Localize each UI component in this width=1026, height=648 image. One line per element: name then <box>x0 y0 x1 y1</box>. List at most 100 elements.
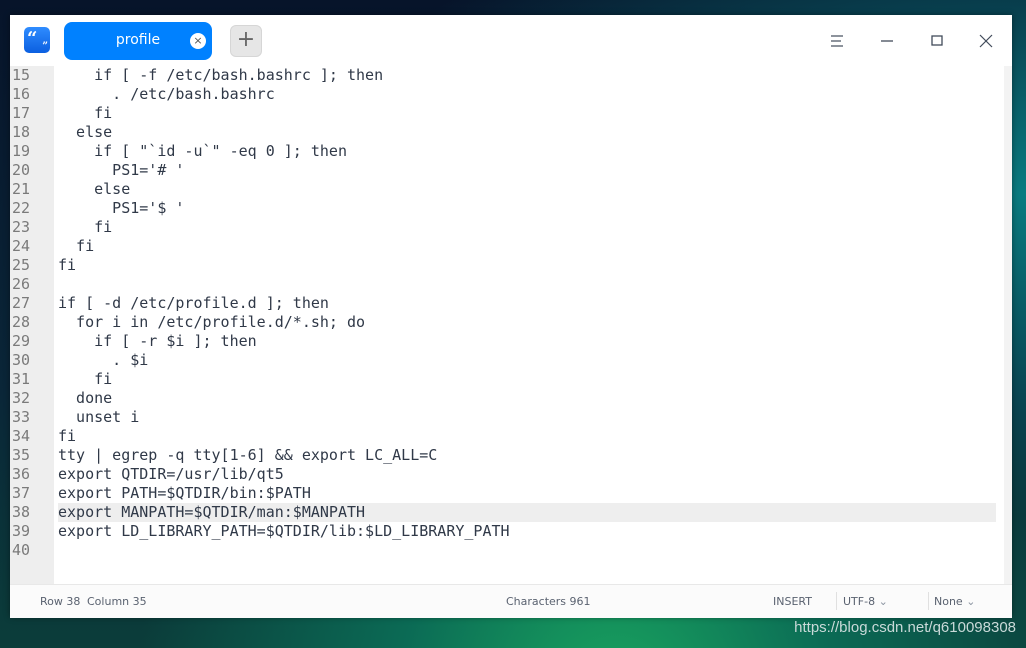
encoding-value: UTF-8 <box>843 595 876 608</box>
line-text[interactable]: PS1='$ ' <box>58 199 996 218</box>
line-number: 22 <box>12 199 31 217</box>
line-text[interactable]: . $i <box>58 351 996 370</box>
code-line[interactable]: 36 export QTDIR=/usr/lib/qt5 <box>10 465 1004 484</box>
line-text[interactable]: export LD_LIBRARY_PATH=$QTDIR/lib:$LD_LI… <box>58 522 996 541</box>
line-number: 37 <box>12 484 31 502</box>
line-text[interactable]: fi <box>58 104 996 123</box>
line-text[interactable]: export PATH=$QTDIR/bin:$PATH <box>58 484 996 503</box>
line-number: 23 <box>12 218 31 236</box>
editor-window: “” profile × + 15 if [ -f /etc/bash.bash… <box>10 15 1012 618</box>
code-line[interactable]: 40 <box>10 541 1004 560</box>
code-line[interactable]: 38 export MANPATH=$QTDIR/man:$MANPATH <box>10 503 1004 522</box>
line-number: 26 <box>12 275 31 293</box>
character-count: Characters 961 <box>506 595 591 608</box>
line-text[interactable]: fi <box>58 256 996 275</box>
line-text[interactable]: if [ -r $i ]; then <box>58 332 996 351</box>
close-icon[interactable]: × <box>190 33 206 49</box>
highlight-select[interactable]: None ⌄ <box>934 595 975 608</box>
watermark: https://blog.csdn.net/q610098308 <box>794 619 1016 636</box>
menu-icon[interactable] <box>824 28 850 54</box>
code-line[interactable]: 26 <box>10 275 1004 294</box>
line-number: 19 <box>12 142 31 160</box>
line-number: 18 <box>12 123 31 141</box>
titlebar: “” profile × + <box>10 15 1012 66</box>
close-window-icon[interactable] <box>973 28 999 54</box>
add-tab-button[interactable]: + <box>230 25 262 57</box>
statusbar: Row 38 Column 35 Characters 961 INSERT U… <box>10 584 1012 618</box>
line-text[interactable]: tty | egrep -q tty[1-6] && export LC_ALL… <box>58 446 996 465</box>
tab-profile[interactable]: profile × <box>64 22 212 60</box>
line-number: 15 <box>12 66 31 84</box>
code-line[interactable]: 27 if [ -d /etc/profile.d ]; then <box>10 294 1004 313</box>
line-number: 38 <box>12 503 31 521</box>
line-number: 28 <box>12 313 31 331</box>
line-number: 25 <box>12 256 31 274</box>
line-text[interactable]: fi <box>58 370 996 389</box>
line-number: 17 <box>12 104 31 122</box>
line-text[interactable]: else <box>58 180 996 199</box>
code-line[interactable]: 21 else <box>10 180 1004 199</box>
code-line[interactable]: 24 fi <box>10 237 1004 256</box>
code-line[interactable]: 35 tty | egrep -q tty[1-6] && export LC_A… <box>10 446 1004 465</box>
code-line[interactable]: 23 fi <box>10 218 1004 237</box>
maximize-icon[interactable] <box>924 28 950 54</box>
code-line[interactable]: 15 if [ -f /etc/bash.bashrc ]; then <box>10 66 1004 85</box>
line-number: 36 <box>12 465 31 483</box>
code-line[interactable]: 25 fi <box>10 256 1004 275</box>
scrollbar[interactable] <box>1004 66 1012 584</box>
line-text[interactable]: if [ -d /etc/profile.d ]; then <box>58 294 996 313</box>
code-line[interactable]: 28 for i in /etc/profile.d/*.sh; do <box>10 313 1004 332</box>
code-line[interactable]: 19 if [ "`id -u`" -eq 0 ]; then <box>10 142 1004 161</box>
line-number: 40 <box>12 541 31 559</box>
divider <box>928 592 929 610</box>
line-number: 21 <box>12 180 31 198</box>
line-number: 30 <box>12 351 31 369</box>
minimize-icon[interactable] <box>874 28 900 54</box>
code-line[interactable]: 16 . /etc/bash.bashrc <box>10 85 1004 104</box>
text-editor-icon: “” <box>24 27 50 53</box>
line-text[interactable]: export QTDIR=/usr/lib/qt5 <box>58 465 996 484</box>
line-text[interactable]: fi <box>58 218 996 237</box>
code-line[interactable]: 18 else <box>10 123 1004 142</box>
code-line[interactable]: 33 unset i <box>10 408 1004 427</box>
line-text[interactable]: unset i <box>58 408 996 427</box>
code-line[interactable]: 30 . $i <box>10 351 1004 370</box>
line-number: 27 <box>12 294 31 312</box>
code-line[interactable]: 17 fi <box>10 104 1004 123</box>
line-number: 34 <box>12 427 31 445</box>
line-text[interactable]: fi <box>58 237 996 256</box>
code-line[interactable]: 20 PS1='# ' <box>10 161 1004 180</box>
chevron-down-icon: ⌄ <box>966 595 976 608</box>
line-number: 31 <box>12 370 31 388</box>
code-line[interactable]: 37 export PATH=$QTDIR/bin:$PATH <box>10 484 1004 503</box>
line-number: 32 <box>12 389 31 407</box>
line-text[interactable]: fi <box>58 427 996 446</box>
mode-indicator: INSERT <box>773 595 812 608</box>
line-number: 35 <box>12 446 31 464</box>
line-number: 16 <box>12 85 31 103</box>
code-line[interactable]: 34 fi <box>10 427 1004 446</box>
line-text[interactable]: else <box>58 123 996 142</box>
chevron-down-icon: ⌄ <box>878 595 888 608</box>
code-line[interactable]: 29 if [ -r $i ]; then <box>10 332 1004 351</box>
code-line[interactable]: 32 done <box>10 389 1004 408</box>
code-editor[interactable]: 15 if [ -f /etc/bash.bashrc ]; then 16 . … <box>10 66 1012 584</box>
line-text[interactable]: if [ -f /etc/bash.bashrc ]; then <box>58 66 996 85</box>
line-text[interactable]: done <box>58 389 996 408</box>
encoding-select[interactable]: UTF-8 ⌄ <box>843 595 888 608</box>
line-text[interactable]: if [ "`id -u`" -eq 0 ]; then <box>58 142 996 161</box>
line-number: 39 <box>12 522 31 540</box>
column-indicator: Column 35 <box>87 595 147 608</box>
line-number: 33 <box>12 408 31 426</box>
code-line[interactable]: 22 PS1='$ ' <box>10 199 1004 218</box>
line-number: 24 <box>12 237 31 255</box>
code-line[interactable]: 31 fi <box>10 370 1004 389</box>
code-line[interactable]: 39 export LD_LIBRARY_PATH=$QTDIR/lib:$LD_… <box>10 522 1004 541</box>
line-text[interactable]: export MANPATH=$QTDIR/man:$MANPATH <box>58 503 996 522</box>
line-number: 29 <box>12 332 31 350</box>
line-text[interactable]: for i in /etc/profile.d/*.sh; do <box>58 313 996 332</box>
line-number: 20 <box>12 161 31 179</box>
line-text[interactable]: PS1='# ' <box>58 161 996 180</box>
line-text[interactable]: . /etc/bash.bashrc <box>58 85 996 104</box>
highlight-value: None <box>934 595 963 608</box>
